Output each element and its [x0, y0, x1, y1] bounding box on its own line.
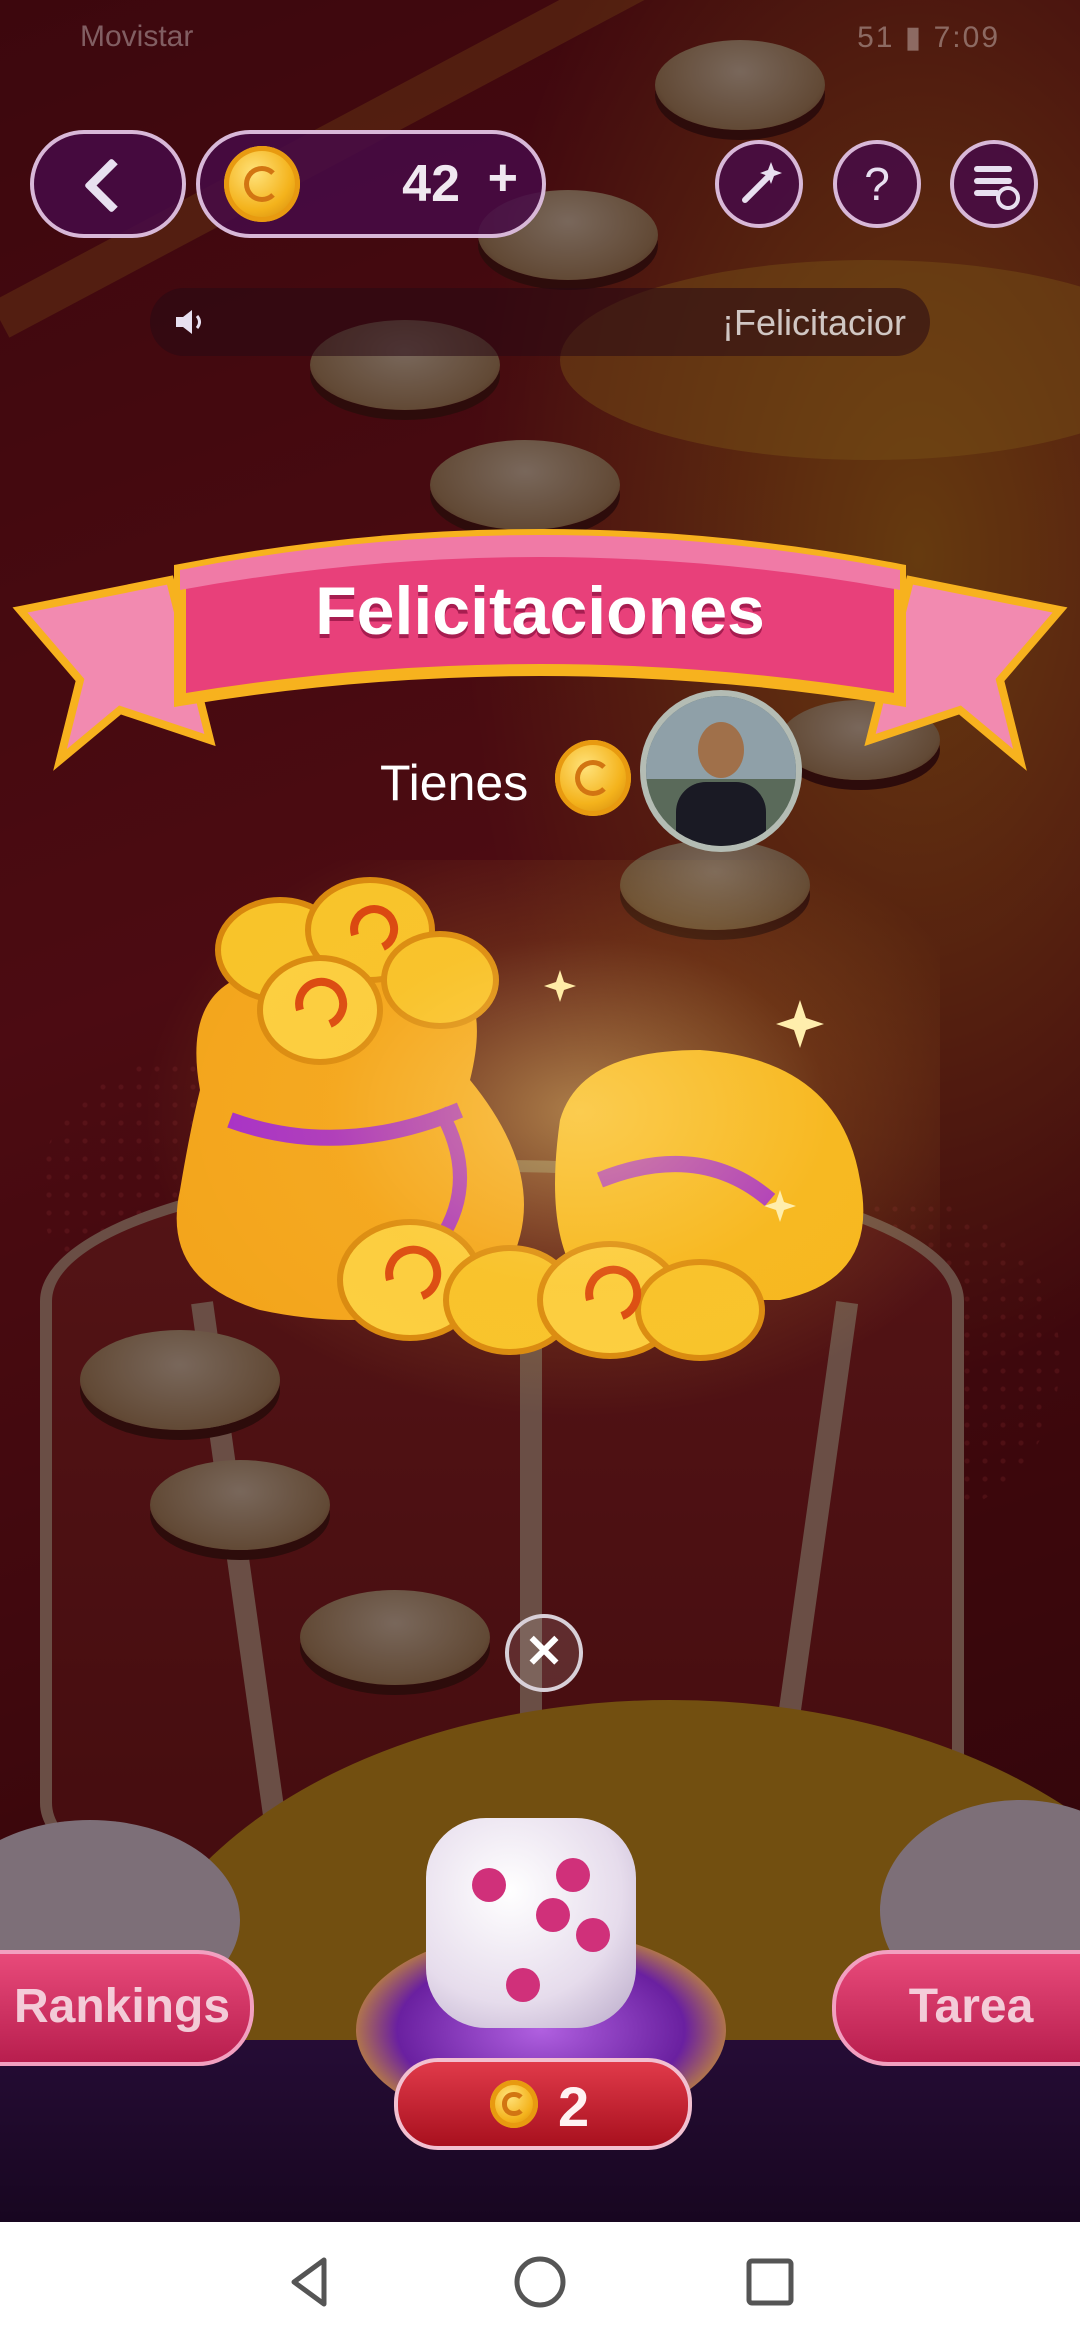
- title-ribbon: Felicitaciones: [0, 510, 1080, 790]
- coin-icon: [490, 2080, 538, 2128]
- roll-cost-value: 2: [558, 2075, 590, 2138]
- modal-title: Felicitaciones: [315, 573, 765, 649]
- menu-button[interactable]: [950, 140, 1038, 228]
- roll-button[interactable]: 2: [394, 2058, 692, 2150]
- close-button[interactable]: ✕: [505, 1614, 583, 1692]
- coin-balance-pill[interactable]: 42 +: [196, 130, 546, 238]
- balance-label: Tienes: [380, 755, 529, 811]
- carrier-label: Movistar: [80, 20, 194, 53]
- coin-balance: 42: [402, 155, 460, 213]
- reward-glow: [140, 860, 940, 1420]
- speaker-icon: [176, 310, 201, 334]
- coin-icon: [224, 146, 300, 222]
- announcement-bar: ¡Felicitacior: [150, 288, 930, 356]
- question-icon: ?: [864, 158, 890, 210]
- menu-clock-icon: [974, 166, 1020, 210]
- nav-back-icon[interactable]: [280, 2252, 340, 2312]
- nav-home-icon[interactable]: [510, 2252, 570, 2312]
- back-button[interactable]: [30, 130, 186, 238]
- magic-wand-icon: [742, 162, 782, 203]
- coin-icon: [555, 740, 631, 816]
- ribbon-shape: [12, 529, 1068, 771]
- announcement-text: ¡Felicitacior: [721, 302, 906, 343]
- magic-wand-button[interactable]: [715, 140, 803, 228]
- dice-icon[interactable]: [426, 1818, 636, 2028]
- status-right: 51 ▮ 7:09: [857, 21, 1000, 54]
- status-bar: Movistar 51 ▮ 7:09: [0, 0, 1080, 72]
- avatar: [640, 690, 802, 852]
- coin-bags-illustration: [140, 860, 940, 1420]
- close-icon: ✕: [524, 1625, 564, 1677]
- rankings-button[interactable]: Rankings: [0, 1950, 254, 2066]
- chevron-left-icon: [83, 157, 140, 214]
- task-button[interactable]: Tarea: [832, 1950, 1080, 2066]
- add-coins-button[interactable]: +: [488, 148, 518, 208]
- help-button[interactable]: ?: [833, 140, 921, 228]
- system-nav-bar: [0, 2222, 1080, 2340]
- nav-recents-icon[interactable]: [740, 2252, 800, 2312]
